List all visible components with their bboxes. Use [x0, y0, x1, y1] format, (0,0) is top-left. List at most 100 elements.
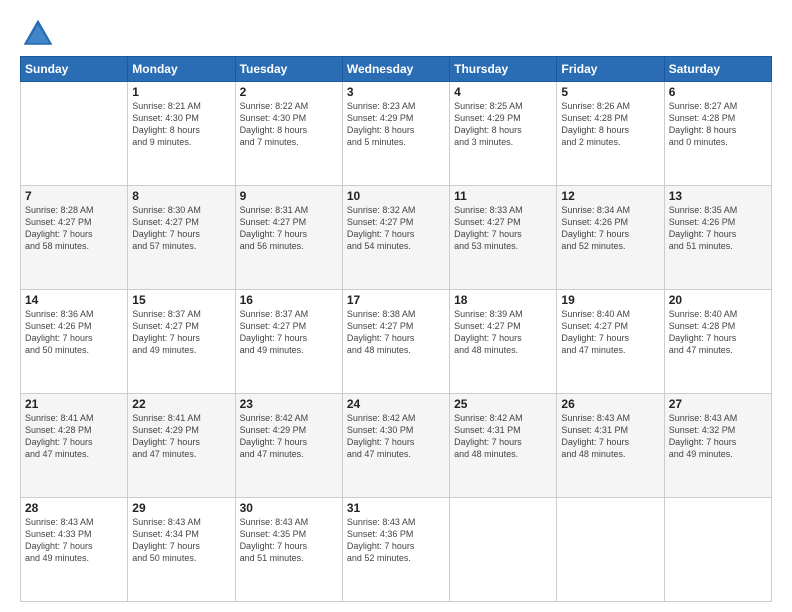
day-number: 7: [25, 189, 123, 203]
day-info: Sunrise: 8:42 AM Sunset: 4:29 PM Dayligh…: [240, 412, 338, 461]
day-cell: 13Sunrise: 8:35 AM Sunset: 4:26 PM Dayli…: [664, 186, 771, 290]
day-number: 6: [669, 85, 767, 99]
day-number: 5: [561, 85, 659, 99]
day-info: Sunrise: 8:35 AM Sunset: 4:26 PM Dayligh…: [669, 204, 767, 253]
day-cell: 26Sunrise: 8:43 AM Sunset: 4:31 PM Dayli…: [557, 394, 664, 498]
week-row-1: 1Sunrise: 8:21 AM Sunset: 4:30 PM Daylig…: [21, 82, 772, 186]
header-cell-saturday: Saturday: [664, 57, 771, 82]
day-cell: 14Sunrise: 8:36 AM Sunset: 4:26 PM Dayli…: [21, 290, 128, 394]
day-cell: 19Sunrise: 8:40 AM Sunset: 4:27 PM Dayli…: [557, 290, 664, 394]
page: SundayMondayTuesdayWednesdayThursdayFrid…: [0, 0, 792, 612]
day-cell: 15Sunrise: 8:37 AM Sunset: 4:27 PM Dayli…: [128, 290, 235, 394]
day-cell: 3Sunrise: 8:23 AM Sunset: 4:29 PM Daylig…: [342, 82, 449, 186]
day-cell: 9Sunrise: 8:31 AM Sunset: 4:27 PM Daylig…: [235, 186, 342, 290]
day-number: 14: [25, 293, 123, 307]
day-info: Sunrise: 8:30 AM Sunset: 4:27 PM Dayligh…: [132, 204, 230, 253]
day-cell: 31Sunrise: 8:43 AM Sunset: 4:36 PM Dayli…: [342, 498, 449, 602]
day-cell: 21Sunrise: 8:41 AM Sunset: 4:28 PM Dayli…: [21, 394, 128, 498]
day-info: Sunrise: 8:22 AM Sunset: 4:30 PM Dayligh…: [240, 100, 338, 149]
day-cell: 12Sunrise: 8:34 AM Sunset: 4:26 PM Dayli…: [557, 186, 664, 290]
day-number: 1: [132, 85, 230, 99]
day-cell: 4Sunrise: 8:25 AM Sunset: 4:29 PM Daylig…: [450, 82, 557, 186]
header-cell-thursday: Thursday: [450, 57, 557, 82]
day-cell: [557, 498, 664, 602]
day-number: 10: [347, 189, 445, 203]
day-number: 22: [132, 397, 230, 411]
day-number: 23: [240, 397, 338, 411]
week-row-5: 28Sunrise: 8:43 AM Sunset: 4:33 PM Dayli…: [21, 498, 772, 602]
day-info: Sunrise: 8:32 AM Sunset: 4:27 PM Dayligh…: [347, 204, 445, 253]
day-cell: 18Sunrise: 8:39 AM Sunset: 4:27 PM Dayli…: [450, 290, 557, 394]
header-cell-monday: Monday: [128, 57, 235, 82]
day-number: 15: [132, 293, 230, 307]
logo-icon: [20, 16, 56, 52]
header-cell-sunday: Sunday: [21, 57, 128, 82]
day-cell: 27Sunrise: 8:43 AM Sunset: 4:32 PM Dayli…: [664, 394, 771, 498]
day-number: 11: [454, 189, 552, 203]
day-info: Sunrise: 8:43 AM Sunset: 4:36 PM Dayligh…: [347, 516, 445, 565]
day-cell: [21, 82, 128, 186]
day-info: Sunrise: 8:41 AM Sunset: 4:29 PM Dayligh…: [132, 412, 230, 461]
day-number: 3: [347, 85, 445, 99]
day-cell: 7Sunrise: 8:28 AM Sunset: 4:27 PM Daylig…: [21, 186, 128, 290]
day-cell: 8Sunrise: 8:30 AM Sunset: 4:27 PM Daylig…: [128, 186, 235, 290]
day-cell: 30Sunrise: 8:43 AM Sunset: 4:35 PM Dayli…: [235, 498, 342, 602]
calendar-table: SundayMondayTuesdayWednesdayThursdayFrid…: [20, 56, 772, 602]
day-number: 8: [132, 189, 230, 203]
day-number: 16: [240, 293, 338, 307]
day-info: Sunrise: 8:40 AM Sunset: 4:28 PM Dayligh…: [669, 308, 767, 357]
calendar-header: SundayMondayTuesdayWednesdayThursdayFrid…: [21, 57, 772, 82]
day-cell: 11Sunrise: 8:33 AM Sunset: 4:27 PM Dayli…: [450, 186, 557, 290]
calendar-body: 1Sunrise: 8:21 AM Sunset: 4:30 PM Daylig…: [21, 82, 772, 602]
day-cell: 23Sunrise: 8:42 AM Sunset: 4:29 PM Dayli…: [235, 394, 342, 498]
day-cell: 29Sunrise: 8:43 AM Sunset: 4:34 PM Dayli…: [128, 498, 235, 602]
day-number: 18: [454, 293, 552, 307]
day-number: 13: [669, 189, 767, 203]
day-info: Sunrise: 8:43 AM Sunset: 4:33 PM Dayligh…: [25, 516, 123, 565]
day-info: Sunrise: 8:43 AM Sunset: 4:35 PM Dayligh…: [240, 516, 338, 565]
day-info: Sunrise: 8:41 AM Sunset: 4:28 PM Dayligh…: [25, 412, 123, 461]
day-info: Sunrise: 8:43 AM Sunset: 4:34 PM Dayligh…: [132, 516, 230, 565]
day-cell: 17Sunrise: 8:38 AM Sunset: 4:27 PM Dayli…: [342, 290, 449, 394]
day-info: Sunrise: 8:43 AM Sunset: 4:32 PM Dayligh…: [669, 412, 767, 461]
day-cell: 22Sunrise: 8:41 AM Sunset: 4:29 PM Dayli…: [128, 394, 235, 498]
day-number: 19: [561, 293, 659, 307]
day-number: 28: [25, 501, 123, 515]
day-info: Sunrise: 8:34 AM Sunset: 4:26 PM Dayligh…: [561, 204, 659, 253]
day-cell: 6Sunrise: 8:27 AM Sunset: 4:28 PM Daylig…: [664, 82, 771, 186]
day-info: Sunrise: 8:33 AM Sunset: 4:27 PM Dayligh…: [454, 204, 552, 253]
day-info: Sunrise: 8:36 AM Sunset: 4:26 PM Dayligh…: [25, 308, 123, 357]
header-cell-wednesday: Wednesday: [342, 57, 449, 82]
day-cell: 2Sunrise: 8:22 AM Sunset: 4:30 PM Daylig…: [235, 82, 342, 186]
day-cell: 16Sunrise: 8:37 AM Sunset: 4:27 PM Dayli…: [235, 290, 342, 394]
day-cell: 28Sunrise: 8:43 AM Sunset: 4:33 PM Dayli…: [21, 498, 128, 602]
week-row-3: 14Sunrise: 8:36 AM Sunset: 4:26 PM Dayli…: [21, 290, 772, 394]
day-info: Sunrise: 8:42 AM Sunset: 4:30 PM Dayligh…: [347, 412, 445, 461]
day-cell: 5Sunrise: 8:26 AM Sunset: 4:28 PM Daylig…: [557, 82, 664, 186]
header: [20, 16, 772, 52]
day-number: 2: [240, 85, 338, 99]
day-info: Sunrise: 8:37 AM Sunset: 4:27 PM Dayligh…: [240, 308, 338, 357]
logo: [20, 16, 60, 52]
day-cell: [450, 498, 557, 602]
day-info: Sunrise: 8:39 AM Sunset: 4:27 PM Dayligh…: [454, 308, 552, 357]
day-cell: 1Sunrise: 8:21 AM Sunset: 4:30 PM Daylig…: [128, 82, 235, 186]
header-cell-friday: Friday: [557, 57, 664, 82]
day-number: 21: [25, 397, 123, 411]
day-info: Sunrise: 8:21 AM Sunset: 4:30 PM Dayligh…: [132, 100, 230, 149]
day-info: Sunrise: 8:31 AM Sunset: 4:27 PM Dayligh…: [240, 204, 338, 253]
header-row: SundayMondayTuesdayWednesdayThursdayFrid…: [21, 57, 772, 82]
day-number: 30: [240, 501, 338, 515]
day-number: 17: [347, 293, 445, 307]
day-number: 26: [561, 397, 659, 411]
day-cell: 10Sunrise: 8:32 AM Sunset: 4:27 PM Dayli…: [342, 186, 449, 290]
day-cell: 25Sunrise: 8:42 AM Sunset: 4:31 PM Dayli…: [450, 394, 557, 498]
day-number: 25: [454, 397, 552, 411]
day-info: Sunrise: 8:25 AM Sunset: 4:29 PM Dayligh…: [454, 100, 552, 149]
day-info: Sunrise: 8:23 AM Sunset: 4:29 PM Dayligh…: [347, 100, 445, 149]
week-row-4: 21Sunrise: 8:41 AM Sunset: 4:28 PM Dayli…: [21, 394, 772, 498]
day-info: Sunrise: 8:27 AM Sunset: 4:28 PM Dayligh…: [669, 100, 767, 149]
day-number: 24: [347, 397, 445, 411]
day-info: Sunrise: 8:26 AM Sunset: 4:28 PM Dayligh…: [561, 100, 659, 149]
day-info: Sunrise: 8:40 AM Sunset: 4:27 PM Dayligh…: [561, 308, 659, 357]
